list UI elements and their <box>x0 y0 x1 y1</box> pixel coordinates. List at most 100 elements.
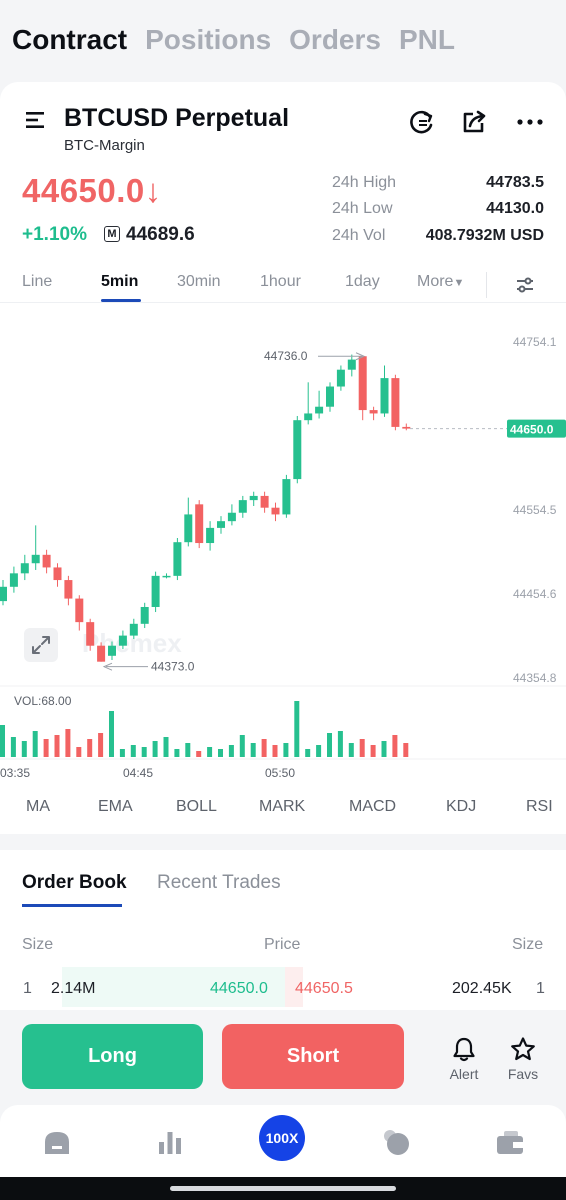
indicator-ema[interactable]: EMA <box>98 798 133 816</box>
short-button[interactable]: Short <box>222 1024 404 1089</box>
markets-icon <box>159 1132 181 1154</box>
current-price-label: 44650.0 <box>510 423 554 437</box>
volume-bar <box>327 733 332 757</box>
favs-label: Favs <box>507 1066 539 1082</box>
volume-bar <box>403 743 409 757</box>
menu-icon[interactable] <box>24 108 48 132</box>
bid-price[interactable]: 44650.0 <box>210 980 268 998</box>
volume-bar <box>130 745 136 757</box>
volume-bar <box>392 735 398 757</box>
volume-bar <box>283 743 289 757</box>
nav-trade-100x[interactable]: 100X <box>259 1115 305 1161</box>
stat-label-high: 24h High <box>332 174 397 191</box>
volume-bar <box>348 743 354 757</box>
indicator-ma[interactable]: MA <box>26 798 50 816</box>
candle <box>249 495 258 501</box>
volume-bar <box>316 745 322 757</box>
margin-type: BTC-Margin <box>64 137 145 154</box>
alert-button[interactable]: Alert <box>439 1036 489 1082</box>
high-marker-label: 44736.0 <box>264 349 308 363</box>
last-price: 44650.0↓ <box>22 172 162 209</box>
tab-order-book[interactable]: Order Book <box>22 872 127 894</box>
volume-bar <box>87 739 93 757</box>
symbol-title[interactable]: BTCUSD Perpetual <box>64 104 289 133</box>
candle <box>129 623 138 636</box>
price-chart[interactable]: Phemex44754.144654.344554.544454.644354.… <box>0 303 566 793</box>
candle <box>140 606 149 624</box>
volume-bar <box>141 747 147 757</box>
nav-wallet[interactable] <box>490 1125 530 1159</box>
bid-size: 2.14M <box>51 980 96 997</box>
candle <box>402 426 411 429</box>
volume-bar <box>174 749 180 757</box>
time-axis-label: 04:45 <box>123 766 153 780</box>
indicator-rsi[interactable]: RSI <box>526 798 553 816</box>
refresh-icon[interactable] <box>408 108 436 136</box>
volume-bar <box>228 745 234 757</box>
alert-label: Alert <box>449 1066 479 1082</box>
earn-icon <box>384 1130 409 1155</box>
candle <box>271 507 280 515</box>
stat-value-high: 44783.5 <box>486 174 544 191</box>
candle <box>97 645 106 662</box>
share-icon[interactable] <box>460 108 488 136</box>
interval-1hour[interactable]: 1hour <box>260 273 301 291</box>
home-indicator[interactable] <box>170 1186 396 1191</box>
interval-5min[interactable]: 5min <box>101 273 138 291</box>
bell-icon <box>453 1037 475 1062</box>
candle <box>195 504 204 544</box>
tab-orders[interactable]: Orders <box>289 24 381 56</box>
candle <box>42 554 51 568</box>
indicator-kdj[interactable]: KDJ <box>446 798 476 816</box>
tab-contract[interactable]: Contract <box>12 24 127 56</box>
candle <box>108 645 116 656</box>
star-icon <box>511 1037 535 1061</box>
volume-bar <box>0 725 5 757</box>
caret-down-icon: ▼ <box>453 277 465 289</box>
indicator-macd[interactable]: MACD <box>349 798 396 816</box>
volume-bar <box>381 741 387 757</box>
candle <box>260 495 269 508</box>
interval-30min[interactable]: 30min <box>177 273 221 291</box>
volume-bar <box>218 749 223 757</box>
candle <box>315 406 324 414</box>
candle <box>238 500 247 513</box>
interval-1day[interactable]: 1day <box>345 273 380 291</box>
indicator-mark[interactable]: MARK <box>259 798 305 816</box>
volume-bar <box>152 741 158 757</box>
candle <box>391 378 400 427</box>
favs-button[interactable]: Favs <box>498 1036 548 1082</box>
ask-price[interactable]: 44650.5 <box>295 980 353 998</box>
change-percent: +1.10% <box>22 224 87 245</box>
indicator-boll[interactable]: BOLL <box>176 798 217 816</box>
nav-earn[interactable] <box>376 1125 416 1159</box>
volume-bar <box>10 737 16 757</box>
order-book-underline <box>22 904 122 907</box>
volume-label: VOL:68.00 <box>14 694 72 708</box>
volume-bar <box>359 739 365 757</box>
top-tabs: Contract Positions Orders PNL <box>12 18 455 62</box>
nav-home[interactable] <box>37 1125 77 1159</box>
long-button[interactable]: Long <box>22 1024 203 1089</box>
divider <box>486 272 487 298</box>
candle <box>358 356 367 411</box>
chart-settings-icon[interactable] <box>515 276 535 294</box>
candle <box>336 369 345 387</box>
tab-recent-trades[interactable]: Recent Trades <box>157 872 281 894</box>
candle <box>304 413 313 421</box>
interval-line[interactable]: Line <box>22 273 52 291</box>
tab-positions[interactable]: Positions <box>145 24 271 56</box>
tab-pnl[interactable]: PNL <box>399 24 455 56</box>
candle <box>206 527 215 544</box>
price-axis-label: 44754.1 <box>513 335 557 349</box>
more-icon[interactable] <box>516 108 544 136</box>
home-icon <box>45 1132 69 1154</box>
stat-label-vol: 24h Vol <box>332 227 386 244</box>
interval-more-label: More <box>417 273 454 290</box>
candle <box>9 573 18 587</box>
indicator-tabs: MA EMA BOLL MARK MACD KDJ RSI <box>0 796 566 820</box>
fullscreen-icon[interactable] <box>24 628 58 662</box>
candle <box>217 521 225 528</box>
interval-more[interactable]: More▼ <box>417 273 464 291</box>
nav-markets[interactable] <box>150 1125 190 1159</box>
